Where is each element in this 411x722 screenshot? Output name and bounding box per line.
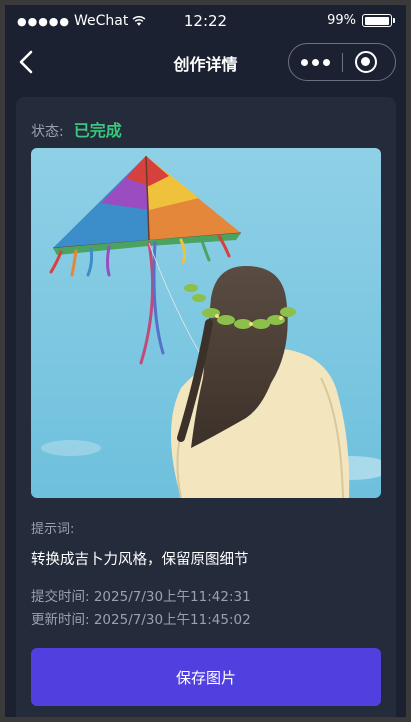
more-menu-button[interactable] (289, 44, 342, 80)
status-bar: ●●●●● WeChat 12:22 99% (5, 5, 406, 37)
dot-icon (301, 58, 308, 66)
generated-image[interactable] (31, 148, 381, 498)
battery-icon (362, 14, 395, 27)
phone-screen: ●●●●● WeChat 12:22 99% 创作详情 状态: 已完成 提示词:… (5, 5, 406, 717)
prompt-label: 提示词: (31, 522, 75, 537)
dot-icon (312, 58, 319, 66)
close-miniprogram-icon[interactable] (355, 51, 377, 73)
status-row: 状态: 已完成 (31, 117, 122, 141)
update-time: 更新时间: 2025/7/30上午11:45:02 (31, 612, 251, 628)
status-right: 99% (327, 13, 395, 28)
submit-time: 提交时间: 2025/7/30上午11:42:31 (31, 589, 251, 605)
dot-icon (323, 58, 330, 66)
status-badge: 已完成 (73, 121, 122, 140)
miniprogram-capsule (288, 43, 396, 81)
nav-bar: 创作详情 (5, 37, 406, 87)
battery-percent: 99% (327, 13, 356, 28)
prompt-text: 转换成吉卜力风格，保留原图细节 (31, 552, 249, 568)
status-label: 状态: (31, 124, 64, 140)
capsule-divider (342, 53, 343, 72)
detail-card: 状态: 已完成 提示词: 转换成吉卜力风格，保留原图细节 提交时间: 2025/… (16, 97, 396, 717)
save-image-button[interactable]: 保存图片 (31, 648, 381, 706)
